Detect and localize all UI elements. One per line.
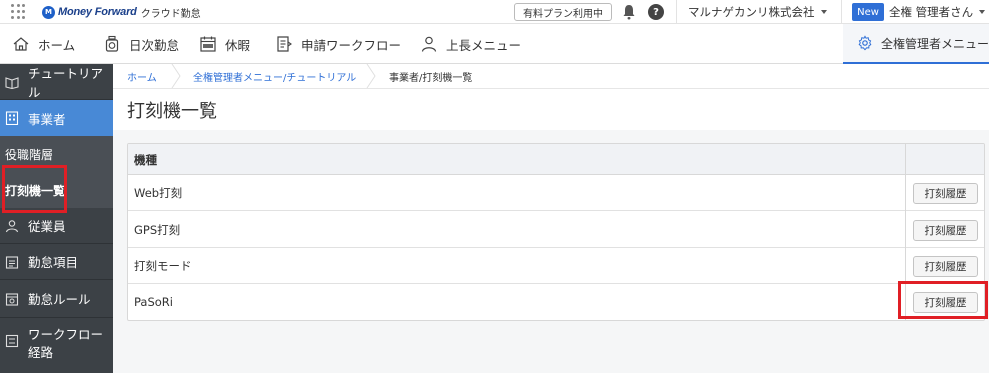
row-name: PaSoRi [134, 295, 173, 309]
app-grid-icon[interactable] [11, 4, 27, 20]
workflow-icon [5, 334, 19, 348]
sidebar-item-tutorial[interactable]: チュートリアル [0, 64, 113, 100]
sidebar-item-label: 従業員 [28, 219, 66, 234]
punch-history-button[interactable]: 打刻履歴 [913, 256, 978, 277]
calendar-rule-icon [5, 292, 19, 306]
nav-workflow-label: 申請ワークフロー [301, 37, 402, 53]
sidebar-item-attendance-items[interactable]: 勤怠項目 [0, 244, 113, 280]
nav-manager[interactable]: 上長メニュー [420, 24, 521, 64]
nav-home-label: ホーム [38, 37, 76, 53]
column-header-model: 機種 [134, 152, 157, 167]
breadcrumb: ホーム 全権管理者メニュー/チュートリアル 事業者/打刻機一覧 [113, 64, 989, 89]
chevron-down-icon [820, 10, 827, 14]
help-icon[interactable]: ? [648, 4, 664, 20]
divider [841, 0, 842, 24]
sidebar-item-label: 勤怠ルール [28, 292, 91, 307]
home-icon [13, 37, 29, 51]
row-name: 打刻モード [134, 259, 192, 273]
company-selector[interactable]: マルナゲカンリ株式会社 [688, 0, 827, 24]
building-icon [5, 111, 19, 125]
person-icon [421, 36, 437, 52]
sidebar-item-employees[interactable]: 従業員 [0, 208, 113, 244]
nav-admin-menu[interactable]: 全権管理者メニュー [843, 24, 989, 64]
highlight-box-pasori-button [898, 281, 988, 319]
logo-mark-icon: M [42, 5, 55, 19]
sidebar-item-label-group: ワークフロー 経路 [28, 326, 103, 362]
table-row: GPS打刻 打刻履歴 [128, 212, 984, 248]
calendar-list-icon [5, 255, 19, 269]
bell-icon[interactable] [621, 3, 637, 21]
money-forward-logo[interactable]: M Money Forward クラウド勤怠 [42, 4, 201, 20]
gear-icon [858, 35, 872, 51]
nav-leave[interactable]: 休暇 [199, 24, 250, 64]
sidebar-item-label: ワークフロー [28, 327, 104, 342]
punch-history-button[interactable]: 打刻履歴 [913, 220, 978, 241]
stopwatch-icon [105, 35, 119, 52]
nav-leave-label: 休暇 [225, 37, 251, 53]
row-name: Web打刻 [134, 186, 183, 200]
nav-home[interactable]: ホーム [12, 24, 75, 64]
tutorial-icon [5, 76, 19, 89]
table-header: 機種 [128, 144, 984, 175]
breadcrumb-current: 事業者/打刻機一覧 [389, 72, 473, 84]
user-menu[interactable]: 全権 管理者さん [889, 0, 986, 24]
breadcrumb-home[interactable]: ホーム [127, 64, 157, 88]
nav-admin-label: 全権管理者メニュー [880, 36, 989, 51]
highlight-box-sidebar [2, 165, 67, 213]
logo-text: Money Forward [58, 6, 137, 18]
table-row: Web打刻 打刻履歴 [128, 175, 984, 211]
calendar-off-icon [200, 36, 216, 52]
nav-daily-attendance[interactable]: 日次勤怠 [103, 24, 179, 64]
sidebar-item-label: チュートリアル [28, 65, 104, 100]
paid-plan-badge[interactable]: 有料プラン利用中 [514, 3, 612, 21]
chevron-down-icon [979, 10, 986, 14]
time-recorder-table: 機種 Web打刻 打刻履歴 GPS打刻 打刻履歴 打刻モード 打刻履歴 PaSo… [127, 143, 985, 321]
sidebar-item-label: 役職階層 [5, 147, 54, 162]
nav-manager-label: 上長メニュー [446, 37, 522, 53]
sidebar-item-label-line2: 経路 [28, 345, 54, 360]
sidebar-item-workflow-route[interactable]: ワークフロー 経路 [0, 318, 113, 368]
sidebar: チュートリアル 事業者 役職階層 打刻機一覧 従業員 勤怠項目 勤怠ルール ワー… [0, 64, 113, 373]
sidebar-item-attendance-rules[interactable]: 勤怠ルール [0, 280, 113, 318]
row-name: GPS打刻 [134, 223, 181, 237]
table-row: 打刻モード 打刻履歴 [128, 248, 984, 284]
punch-history-button[interactable]: 打刻履歴 [913, 183, 978, 204]
breadcrumb-admin-tutorial[interactable]: 全権管理者メニュー/チュートリアル [193, 64, 356, 88]
form-icon [277, 36, 292, 52]
nav-daily-label: 日次勤怠 [129, 37, 180, 53]
divider [676, 0, 677, 24]
sidebar-item-label: 事業者 [28, 111, 66, 127]
person-icon [5, 219, 19, 232]
chevron-right-icon [366, 64, 376, 88]
user-name: 全権 管理者さん [889, 5, 974, 19]
chevron-right-icon [171, 64, 181, 88]
logo-subtitle: クラウド勤怠 [140, 8, 201, 20]
table-row: PaSoRi 打刻履歴 [128, 284, 984, 320]
company-name: マルナゲカンリ株式会社 [688, 5, 815, 19]
new-badge[interactable]: New [852, 3, 884, 21]
sidebar-item-label: 勤怠項目 [28, 255, 79, 270]
sidebar-item-business[interactable]: 事業者 [0, 100, 113, 136]
main-nav: ホーム 日次勤怠 休暇 申請ワークフロー 上長メニュー 全権管理者メニュー [0, 24, 989, 64]
nav-workflow[interactable]: 申請ワークフロー [275, 24, 401, 64]
top-bar: M Money Forward クラウド勤怠 有料プラン利用中 ? マルナゲカン… [0, 0, 989, 24]
page-title: 打刻機一覧 [127, 101, 217, 122]
